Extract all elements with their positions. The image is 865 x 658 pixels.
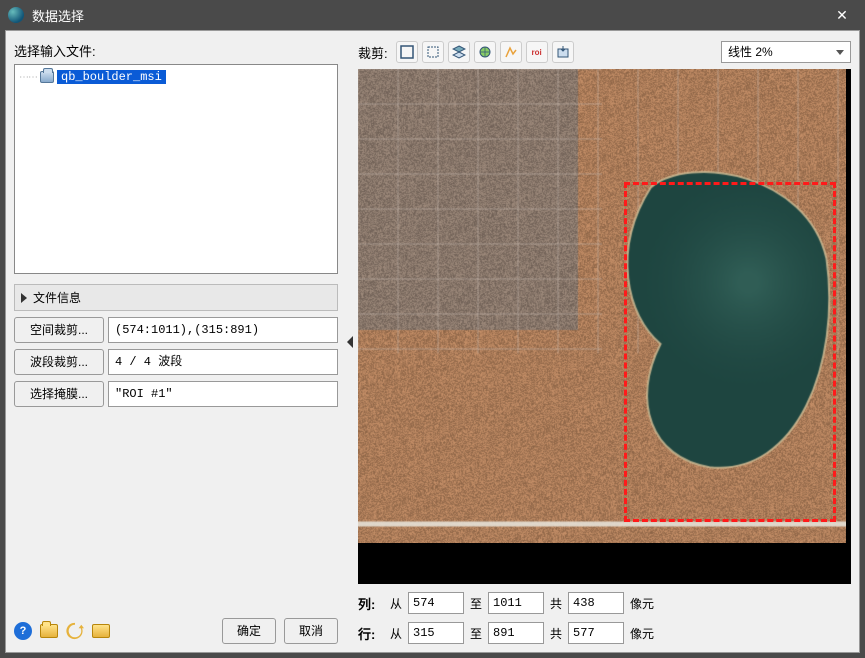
expand-icon [21,293,27,303]
geo-extent-icon[interactable] [474,41,496,63]
refresh-icon[interactable] [66,622,84,640]
row-from-input[interactable] [408,622,464,644]
col-from-input[interactable] [408,592,464,614]
spatial-subset-row: 空间裁剪... (574:1011),(315:891) [14,317,338,343]
import-extent-icon[interactable] [552,41,574,63]
full-extent-icon[interactable] [396,41,418,63]
row-label: 行: [358,624,384,643]
tree-connector: ⋯⋯ [19,72,37,83]
crop-label: 裁剪: [358,43,388,62]
tree-item-label: qb_boulder_msi [57,70,166,84]
select-rect-icon[interactable] [422,41,444,63]
col-unit: 像元 [630,595,654,612]
band-subset-row: 波段裁剪... 4 / 4 波段 [14,349,338,375]
row-row: 行: 从 至 共 像元 [358,622,851,644]
input-file-label: 选择输入文件: [14,41,338,60]
help-icon[interactable]: ? [14,622,32,640]
crop-toolbar: 裁剪: roi 线性 2% [358,41,851,63]
tree-item[interactable]: ⋯⋯ qb_boulder_msi [19,69,333,85]
display-icon[interactable] [92,624,110,638]
collapse-left-icon[interactable] [347,336,353,348]
app-icon [8,7,24,23]
band-subset-value: 4 / 4 波段 [108,349,338,375]
file-info-title: 文件信息 [33,289,81,306]
column-row: 列: 从 至 共 像元 [358,592,851,614]
coord-rows: 列: 从 至 共 像元 行: 从 至 共 像元 [358,592,851,644]
vector-extent-icon[interactable] [500,41,522,63]
open-folder-icon[interactable] [40,624,58,638]
window-title: 数据选择 [32,6,827,25]
mask-value: "ROI #1" [108,381,338,407]
mask-button[interactable]: 选择掩膜... [14,381,104,407]
left-pane: 选择输入文件: ⋯⋯ qb_boulder_msi 文件信息 空间裁剪... (… [6,31,346,652]
row-count-input[interactable] [568,622,624,644]
titlebar: 数据选择 ✕ [0,0,865,30]
image-preview[interactable] [358,69,851,584]
ok-button[interactable]: 确定 [222,618,276,644]
stretch-value: 线性 2% [728,45,773,59]
spatial-subset-value: (574:1011),(315:891) [108,317,338,343]
roi-extent-icon[interactable]: roi [526,41,548,63]
col-to-label: 至 [470,595,482,612]
spatial-subset-button[interactable]: 空间裁剪... [14,317,104,343]
col-to-input[interactable] [488,592,544,614]
file-info-header[interactable]: 文件信息 [14,284,338,311]
content: 选择输入文件: ⋯⋯ qb_boulder_msi 文件信息 空间裁剪... (… [5,30,860,653]
row-to-label: 至 [470,625,482,642]
row-from-label: 从 [390,625,402,642]
cancel-button[interactable]: 取消 [284,618,338,644]
roi-selection-box[interactable] [624,182,836,522]
right-pane: 裁剪: roi 线性 2% 列: 从 至 共 [354,31,859,652]
raster-icon [39,70,55,84]
col-count-input[interactable] [568,592,624,614]
mask-row: 选择掩膜... "ROI #1" [14,381,338,407]
col-from-label: 从 [390,595,402,612]
splitter[interactable] [346,31,354,652]
col-label: 列: [358,594,384,613]
band-subset-button[interactable]: 波段裁剪... [14,349,104,375]
layer-extent-icon[interactable] [448,41,470,63]
col-count-label: 共 [550,595,562,612]
row-unit: 像元 [630,625,654,642]
row-count-label: 共 [550,625,562,642]
file-tree[interactable]: ⋯⋯ qb_boulder_msi [14,64,338,274]
bottom-bar: ? 确定 取消 [14,612,338,644]
stretch-select[interactable]: 线性 2% [721,41,851,63]
close-icon[interactable]: ✕ [827,0,857,30]
info-rows: 空间裁剪... (574:1011),(315:891) 波段裁剪... 4 /… [14,317,338,407]
row-to-input[interactable] [488,622,544,644]
